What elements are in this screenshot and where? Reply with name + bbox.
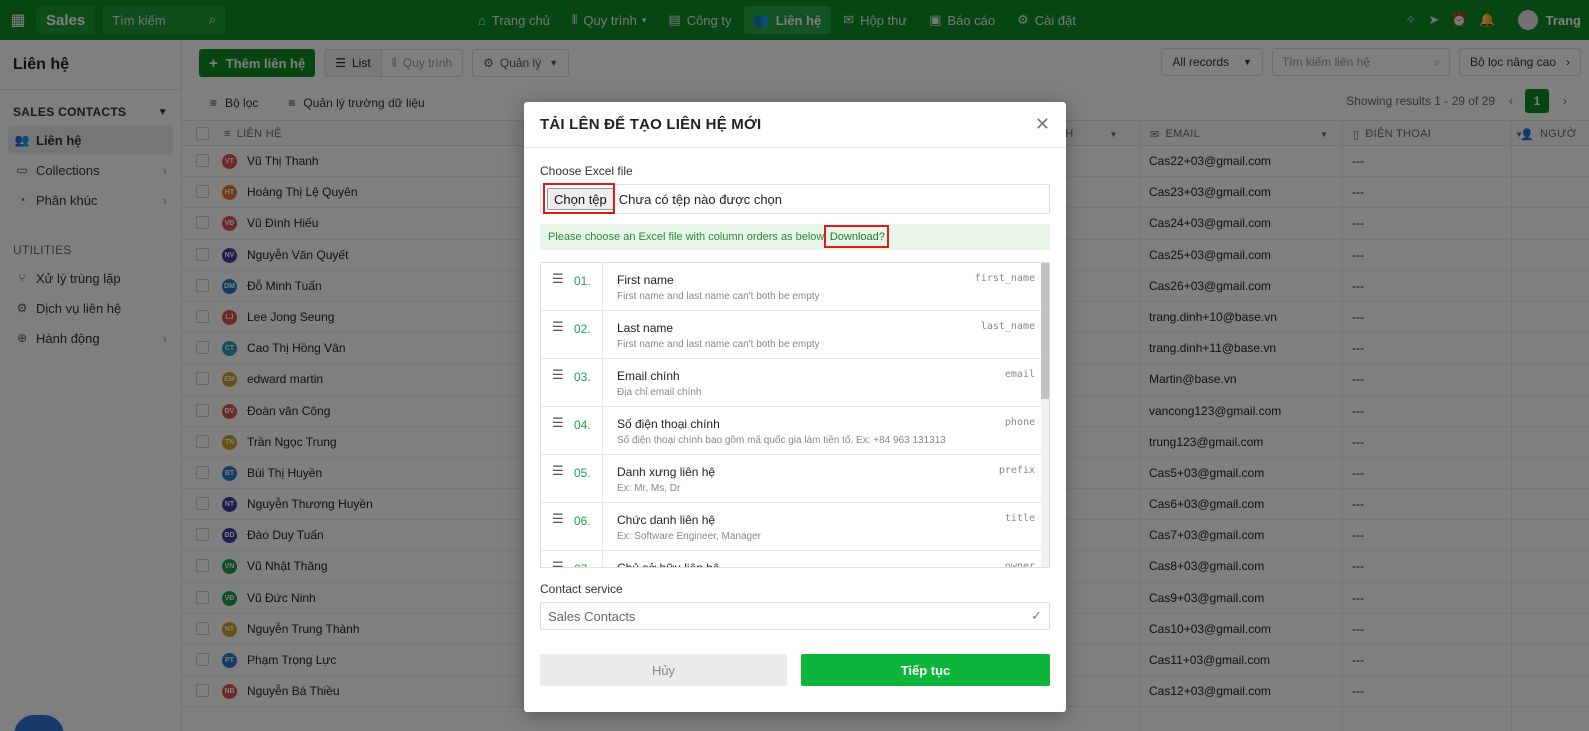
upload-modal: TẢI LÊN ĐỂ TẠO LIÊN HỆ MỚI ✕ Choose Exce…	[524, 102, 1066, 712]
column-number: 06.	[574, 514, 591, 528]
column-number: 02.	[574, 322, 591, 336]
drag-handle-icon: ☰	[552, 463, 564, 478]
column-order-item[interactable]: ☰ 04. Số điện thoại chính Số điện thoại chí…	[541, 407, 1049, 455]
column-key: last_name	[980, 321, 1035, 332]
close-icon[interactable]: ✕	[1035, 114, 1050, 135]
notice-text: Please choose an Excel file with column …	[548, 231, 827, 243]
format-notice: Please choose an Excel file with column …	[540, 224, 1050, 250]
file-input[interactable]: Chọn tệp Chưa có tệp nào được chọn	[540, 184, 1050, 214]
modal-header: TẢI LÊN ĐỂ TẠO LIÊN HỆ MỚI ✕	[524, 102, 1066, 148]
column-key: phone	[1004, 417, 1035, 428]
drag-handle-icon: ☰	[552, 319, 564, 334]
drag-handle-icon: ☰	[552, 511, 564, 526]
drag-handle[interactable]: ☰ 05.	[541, 455, 603, 503]
column-order-item[interactable]: ☰ 07. Chủ sở hữu liên hệ owner	[541, 551, 1049, 568]
drag-handle-icon: ☰	[552, 559, 564, 568]
check-icon: ✓	[1031, 608, 1042, 623]
contact-service-value: Sales Contacts	[548, 608, 636, 624]
drag-handle-icon: ☰	[552, 367, 564, 382]
service-label: Contact service	[540, 582, 623, 596]
file-status: Chưa có tệp nào được chọn	[618, 191, 783, 207]
column-description: First name and last name can't both be e…	[617, 339, 820, 350]
column-description: Địa chỉ email chính	[617, 387, 702, 398]
cancel-button[interactable]: Hủy	[540, 654, 787, 686]
column-name: Số điện thoại chính	[617, 417, 720, 431]
column-name: Last name	[617, 321, 674, 335]
column-description: Ex: Software Engineer, Manager	[617, 531, 761, 542]
column-name: Danh xưng liên hệ	[617, 465, 716, 479]
column-name: Email chính	[617, 369, 680, 383]
drag-handle[interactable]: ☰ 06.	[541, 503, 603, 551]
scrollbar-thumb[interactable]	[1041, 263, 1049, 399]
list-scrollbar[interactable]	[1041, 263, 1049, 567]
column-description: Ex: Mr, Ms, Dr	[617, 483, 681, 494]
column-number: 01.	[574, 274, 591, 288]
column-order-list: ☰ 01. First name First name and last name c…	[540, 262, 1050, 568]
highlight-box	[824, 225, 889, 248]
column-order-item[interactable]: ☰ 01. First name First name and last name c…	[541, 263, 1049, 311]
column-order-item[interactable]: ☰ 02. Last name First name and last name ca…	[541, 311, 1049, 359]
column-description: First name and last name can't both be e…	[617, 291, 820, 302]
column-number: 04.	[574, 418, 591, 432]
column-key: prefix	[998, 465, 1035, 476]
drag-handle[interactable]: ☰ 07.	[541, 551, 603, 568]
column-number: 05.	[574, 466, 591, 480]
drag-handle[interactable]: ☰ 01.	[541, 263, 603, 311]
column-name: Chủ sở hữu liên hệ	[617, 561, 720, 568]
column-key: title	[1004, 513, 1035, 524]
column-order-item[interactable]: ☰ 05. Danh xưng liên hệ Ex: Mr, Ms, Dr prefi…	[541, 455, 1049, 503]
drag-handle[interactable]: ☰ 03.	[541, 359, 603, 407]
drag-handle[interactable]: ☰ 02.	[541, 311, 603, 359]
column-name: First name	[617, 273, 674, 287]
drag-handle-icon: ☰	[552, 415, 564, 430]
column-key: email	[1004, 369, 1035, 380]
column-order-item[interactable]: ☰ 03. Email chính Địa chỉ email chính email	[541, 359, 1049, 407]
column-name: Chức danh liên hệ	[617, 513, 716, 527]
modal-title: TẢI LÊN ĐỂ TẠO LIÊN HỆ MỚI	[540, 116, 762, 133]
column-number: 03.	[574, 370, 591, 384]
column-order-rows: ☰ 01. First name First name and last name c…	[541, 263, 1049, 568]
continue-button[interactable]: Tiếp tục	[801, 654, 1050, 686]
drag-handle[interactable]: ☰ 04.	[541, 407, 603, 455]
drag-handle-icon: ☰	[552, 271, 564, 286]
contact-service-select[interactable]: Sales Contacts ✓	[540, 602, 1050, 630]
highlight-box	[543, 183, 615, 214]
column-description: Số điện thoại chính bao gồm mã quốc gia …	[617, 435, 946, 446]
column-key: first_name	[974, 273, 1035, 284]
column-order-item[interactable]: ☰ 06. Chức danh liên hệ Ex: Software Engine…	[541, 503, 1049, 551]
column-number: 07.	[574, 562, 591, 567]
file-label: Choose Excel file	[540, 164, 633, 178]
column-key: owner	[1004, 561, 1035, 568]
